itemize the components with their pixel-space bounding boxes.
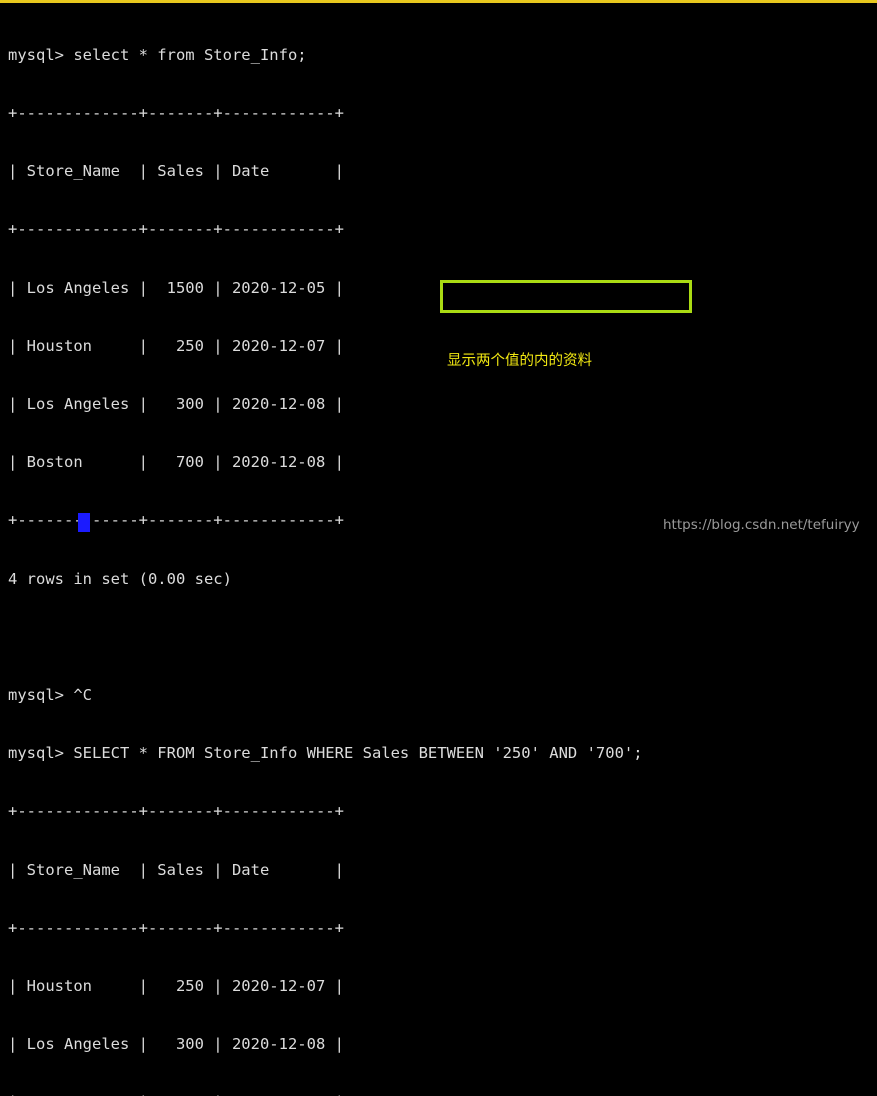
table-row: | Houston | 250 | 2020-12-07 | <box>8 336 344 355</box>
console-output: mysql> select * from Store_Info; +------… <box>8 7 868 1096</box>
console-line-header: | Store_Name | Sales | Date | <box>8 162 344 181</box>
annotation-text: 显示两个值的内的资料 <box>447 353 592 369</box>
table-row: | Los Angeles | 1500 | 2020-12-05 | <box>8 278 344 297</box>
table-row: | Los Angeles | 300 | 2020-12-08 | <box>8 1035 344 1054</box>
console-line-rule: +-------------+-------+------------+ <box>8 918 344 937</box>
top-accent-strip <box>0 0 877 3</box>
terminal-window[interactable]: mysql> select * from Store_Info; +------… <box>0 0 877 1096</box>
table-row: | Boston | 700 | 2020-12-08 | <box>8 453 344 472</box>
console-line-prompt-2: mysql> SELECT * FROM Store_Info WHERE Sa… <box>8 744 643 763</box>
console-line-prompt-1: mysql> select * from Store_Info; <box>8 45 307 64</box>
console-line-rule: +-------------+-------+------------+ <box>8 104 344 123</box>
table-row: | Los Angeles | 300 | 2020-12-08 | <box>8 395 344 414</box>
table-row: | Boston | 700 | 2020-12-08 | <box>8 1093 868 1096</box>
console-line-header: | Store_Name | Sales | Date | <box>8 860 344 879</box>
console-line-interrupt: mysql> ^C <box>8 686 92 705</box>
text-cursor <box>78 513 90 532</box>
watermark-url: https://blog.csdn.net/tefuiryy <box>663 517 860 533</box>
table-row: | Houston | 250 | 2020-12-07 | <box>8 977 344 996</box>
console-line-rule: +-------------+-------+------------+ <box>8 220 344 239</box>
console-line-rule: +-------------+-------+------------+ <box>8 802 344 821</box>
result-status: 4 rows in set (0.00 sec) <box>8 569 232 588</box>
